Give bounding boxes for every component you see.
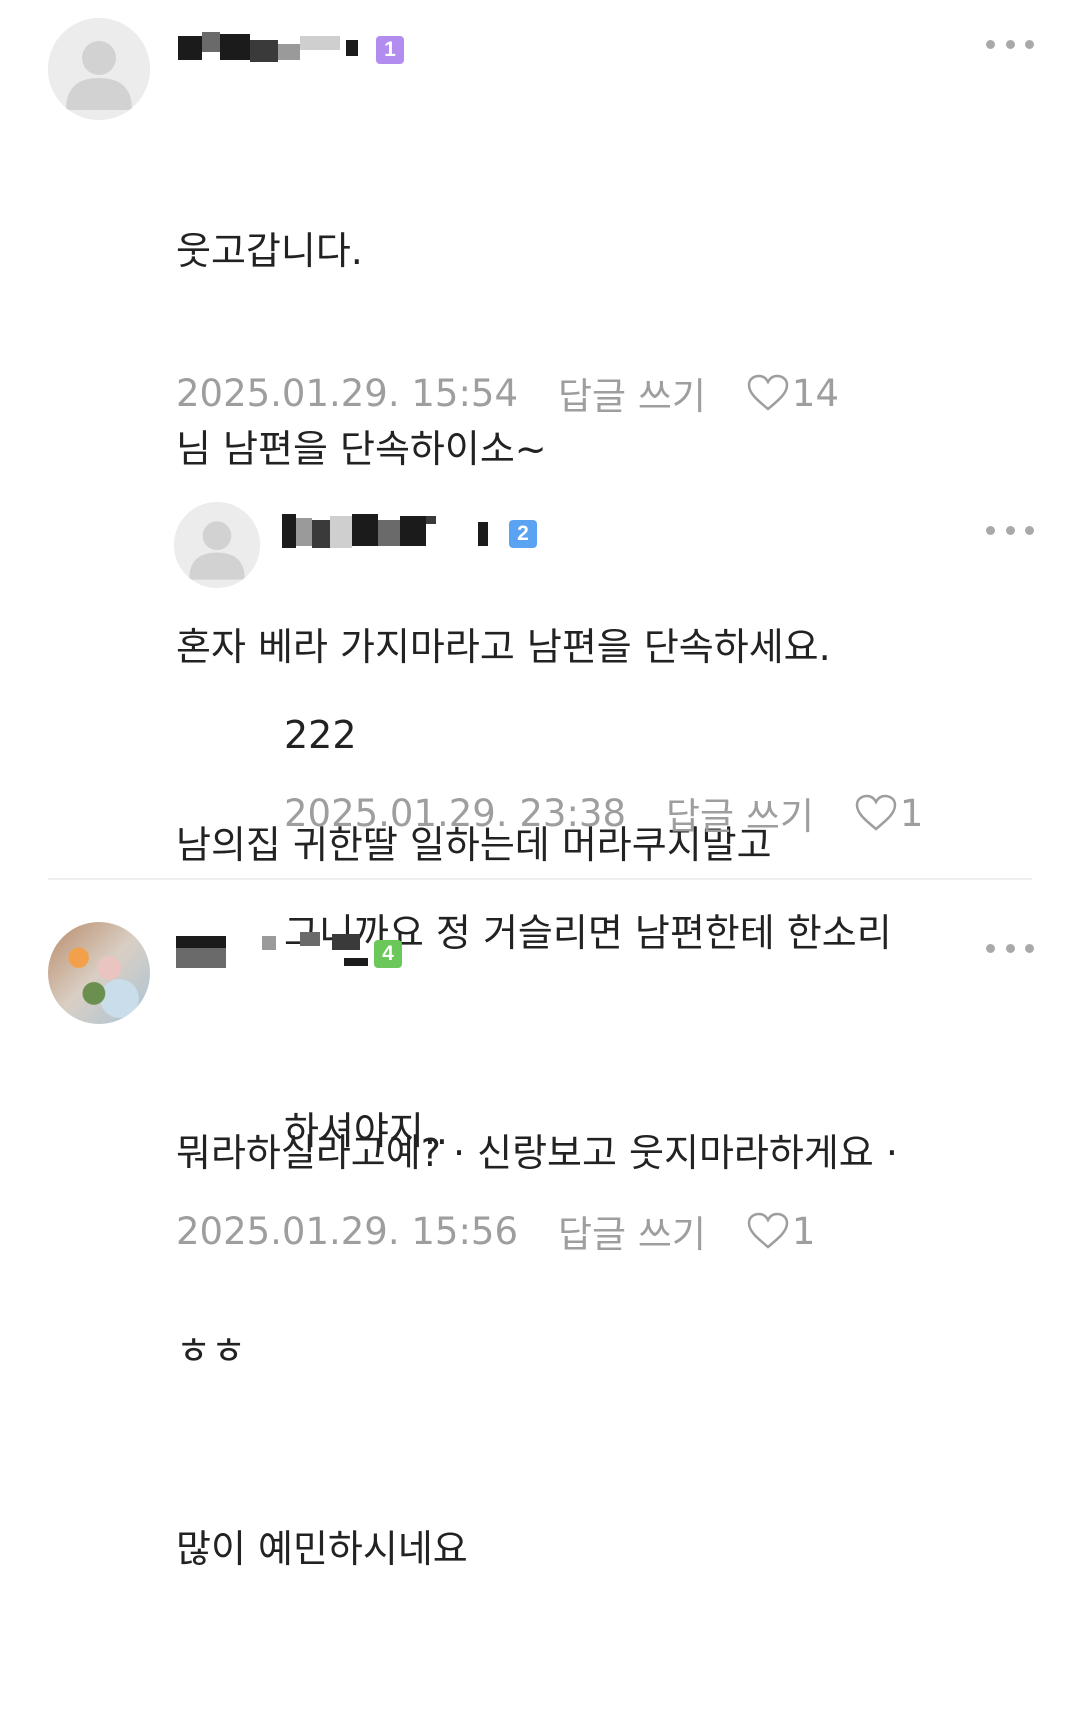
reply-comment: 2 222 그니까요 정 거슬리면 남편한테 한소리 하셔야지.. 2025.0… [0,480,1080,1153]
heart-outline-icon [747,374,789,411]
more-dots-icon[interactable] [986,36,1034,52]
comment-meta: 2025.01.29. 15:56 답글 쓰기 1 [176,1204,815,1258]
heart-outline-icon [747,1212,789,1249]
default-person-icon [174,502,260,588]
comment-meta: 2025.01.29. 15:54 답글 쓰기 14 [176,366,839,420]
author-name[interactable] [176,24,376,70]
level-badge: 2 [509,520,537,548]
level-badge: 4 [374,940,402,968]
default-person-icon [48,18,150,120]
comment: 1 웃고갑니다. 님 남편을 단속하이소~ 혼자 베라 가지마라고 남편을 단속… [0,0,1080,867]
more-dots-icon[interactable] [986,522,1034,538]
like-button[interactable]: 14 [746,372,839,415]
level-badge: 1 [376,36,404,64]
heart-outline-icon [855,794,897,831]
like-button[interactable]: 1 [854,791,924,835]
more-dots-icon[interactable] [986,940,1034,956]
author-name[interactable] [176,928,376,974]
comment-date: 2025.01.29. 23:38 [284,791,626,835]
like-count: 1 [899,791,924,835]
reply-button[interactable]: 답글 쓰기 [558,1204,706,1258]
comment: 4 뭐라하실라고예? · 신랑보고 웃지마라하게요 · ㅎㅎ 많이 예민하시네요… [0,900,1080,1571]
like-count: 14 [791,371,840,415]
like-button[interactable]: 1 [746,1209,816,1253]
avatar[interactable] [48,922,150,1024]
comment-date: 2025.01.29. 15:54 [176,371,518,415]
avatar[interactable] [174,502,260,588]
comment-text: 뭐라하실라고예? · 신랑보고 웃지마라하게요 · ㅎㅎ 많이 예민하시네요 [176,1131,898,1571]
reply-button[interactable]: 답글 쓰기 [666,786,814,840]
comment-meta: 2025.01.29. 23:38 답글 쓰기 1 [284,786,923,840]
comment-date: 2025.01.29. 15:56 [176,1209,518,1253]
like-count: 1 [791,1209,816,1253]
avatar[interactable] [48,18,150,120]
reply-button[interactable]: 답글 쓰기 [558,366,706,420]
author-name[interactable] [282,508,502,554]
divider [48,878,1032,880]
